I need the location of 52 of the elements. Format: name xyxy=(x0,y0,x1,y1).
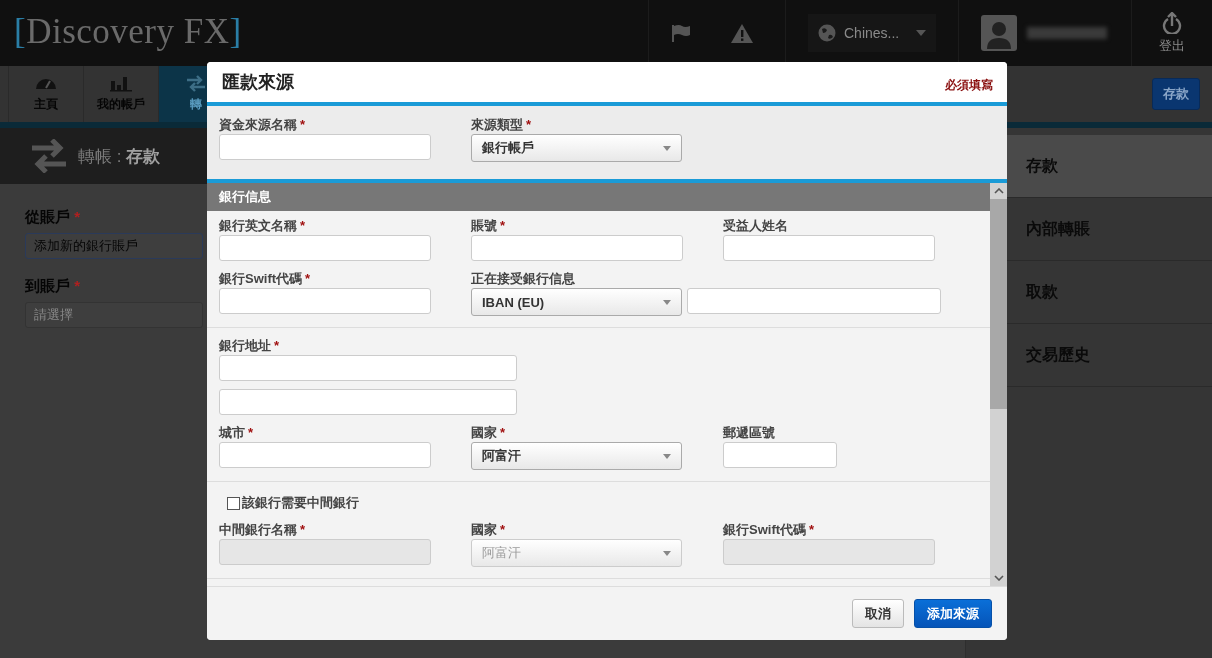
text-field[interactable] xyxy=(723,235,935,261)
account-select[interactable]: 請選擇 xyxy=(25,302,203,328)
caret-icon xyxy=(663,299,671,305)
field-label: 國家 * xyxy=(471,521,507,539)
language-select[interactable]: Chines... xyxy=(808,14,936,52)
page-title: 轉帳 : 存款 xyxy=(78,145,161,168)
required-note: 必須填寫 xyxy=(945,76,993,94)
bar-chart-icon xyxy=(110,75,132,92)
field-label: 郵遞區號 xyxy=(723,424,776,442)
field-label: 銀行英文名稱 * xyxy=(219,217,307,235)
field-label: 銀行Swift代碼 * xyxy=(723,521,816,539)
avatar-icon xyxy=(981,15,1017,51)
logo: [Discovery FX] xyxy=(13,11,242,53)
field-label: 正在接受銀行信息 xyxy=(471,270,576,288)
cancel-button[interactable]: 取消 xyxy=(852,599,904,628)
power-icon xyxy=(1162,11,1182,34)
flag-icon xyxy=(671,24,691,42)
field-label: 中間銀行名稱 * xyxy=(219,521,307,539)
text-field[interactable] xyxy=(471,235,683,261)
warning-icon xyxy=(731,23,753,43)
text-field[interactable] xyxy=(219,134,431,160)
text-field[interactable] xyxy=(219,355,517,381)
field-label: 銀行地址 * xyxy=(219,337,281,355)
checkbox[interactable] xyxy=(227,496,240,510)
field-label: 國家 * xyxy=(471,424,507,442)
text-field[interactable] xyxy=(219,442,431,468)
select-field[interactable]: 銀行帳戶 xyxy=(471,134,682,162)
transfer-icon xyxy=(185,75,207,92)
deposit-button[interactable]: 存款 xyxy=(1152,78,1200,110)
text-field[interactable] xyxy=(687,288,941,314)
transfer-icon xyxy=(30,139,68,173)
add-source-button[interactable]: 添加來源 xyxy=(914,599,992,628)
select-field[interactable]: 阿富汗 xyxy=(471,442,682,470)
select-field: 阿富汗 xyxy=(471,539,682,567)
scrollbar[interactable] xyxy=(990,183,1007,586)
field-label: 銀行Swift代碼 * xyxy=(219,270,312,288)
field-label: 來源類型 * xyxy=(471,116,533,134)
caret-icon xyxy=(916,30,926,36)
text-field[interactable] xyxy=(219,235,431,261)
select-field[interactable]: IBAN (EU) xyxy=(471,288,682,316)
section-header: 銀行信息 xyxy=(207,183,990,211)
field-label: 城市 * xyxy=(219,424,255,442)
caret-icon xyxy=(663,453,671,459)
caret-icon xyxy=(663,145,671,151)
field-label: 賬號 * xyxy=(471,217,507,235)
text-field[interactable] xyxy=(723,442,837,468)
field-label: 受益人姓名 xyxy=(723,217,789,235)
text-field[interactable] xyxy=(219,389,517,415)
checkbox-label: 該銀行需要中間銀行 xyxy=(242,494,359,512)
caret-icon xyxy=(663,550,671,556)
text-field[interactable] xyxy=(219,288,431,314)
globe-icon xyxy=(818,24,836,42)
